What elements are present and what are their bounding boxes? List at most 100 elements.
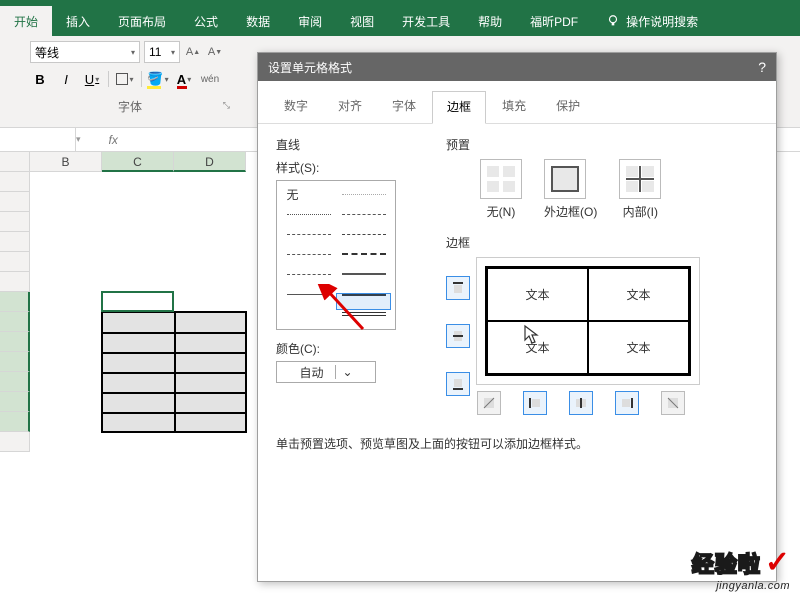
border-mid-h-button[interactable]	[446, 324, 470, 348]
dialog-tabs: 数字 对齐 字体 边框 填充 保护	[258, 81, 776, 124]
border-right-button[interactable]	[615, 391, 639, 415]
chevron-down-icon: ▾	[129, 75, 133, 84]
font-size-combo[interactable]: 11 ▾	[144, 41, 180, 63]
tab-layout[interactable]: 页面布局	[104, 6, 180, 36]
col-header-b[interactable]: B	[30, 152, 102, 172]
tab-font[interactable]: 字体	[378, 91, 430, 123]
borders-button[interactable]: ▾	[115, 69, 135, 89]
chevron-down-icon: ▾	[187, 75, 191, 84]
tab-border[interactable]: 边框	[432, 91, 486, 124]
style-thin[interactable]	[281, 245, 336, 263]
tab-help[interactable]: 帮助	[464, 6, 516, 36]
font-color-button[interactable]: A▾	[174, 69, 194, 89]
row-header[interactable]	[0, 252, 30, 272]
preset-title: 预置	[446, 136, 758, 153]
row-header[interactable]	[0, 332, 30, 352]
font-group: 等线 ▾ 11 ▾ A▲ A▼ B I U▾ ▾ 🪣▾ A▾ wén 字体 ⤡	[30, 40, 230, 115]
tab-fill[interactable]: 填充	[488, 91, 540, 123]
fx-label[interactable]: fx	[89, 133, 130, 147]
style-dashdot[interactable]	[336, 225, 391, 243]
row-header[interactable]	[0, 392, 30, 412]
chevron-down-icon: ▾	[131, 48, 135, 57]
tab-protect[interactable]: 保护	[542, 91, 594, 123]
border-section-title: 边框	[446, 234, 758, 251]
line-color-combo[interactable]: 自动 ⌄	[276, 361, 376, 383]
row-header[interactable]	[0, 172, 30, 192]
row-header[interactable]	[0, 192, 30, 212]
ribbon-tabs: 开始 插入 页面布局 公式 数据 审阅 视图 开发工具 帮助 福昕PDF 操作说…	[0, 6, 800, 36]
style-meddash[interactable]	[336, 245, 391, 263]
diag-up-icon	[482, 396, 496, 410]
col-header-c[interactable]: C	[102, 152, 174, 172]
row-header[interactable]	[0, 412, 30, 432]
col-header-d[interactable]: D	[174, 152, 246, 172]
fill-color-button[interactable]: 🪣▾	[148, 69, 168, 89]
row-header[interactable]	[0, 432, 30, 452]
border-diag-down-button[interactable]	[661, 391, 685, 415]
preset-none[interactable]: 无(N)	[480, 159, 522, 220]
tab-home[interactable]: 开始	[0, 6, 52, 36]
font-name-combo[interactable]: 等线 ▾	[30, 41, 140, 63]
tab-review[interactable]: 审阅	[284, 6, 336, 36]
style-label: 样式(S):	[276, 159, 416, 176]
font-name-value: 等线	[35, 44, 59, 61]
preset-panel: 预置 无(N) 外边框(O) 内部(I) 边框	[446, 136, 758, 415]
chevron-down-icon: ▾	[165, 75, 169, 84]
divider	[141, 71, 142, 87]
table-hline	[102, 332, 246, 334]
bold-button[interactable]: B	[30, 69, 50, 89]
border-top-icon	[451, 281, 465, 295]
chevron-down-icon: ▾	[171, 48, 175, 57]
row-header[interactable]	[0, 232, 30, 252]
diag-down-icon	[666, 396, 680, 410]
border-left-button[interactable]	[523, 391, 547, 415]
dialog-launcher-icon[interactable]: ⤡	[223, 100, 230, 111]
tab-view[interactable]: 视图	[336, 6, 388, 36]
style-dash[interactable]	[281, 225, 336, 243]
tab-data[interactable]: 数据	[232, 6, 284, 36]
tab-number[interactable]: 数字	[270, 91, 322, 123]
phonetic-button[interactable]: wén	[200, 69, 220, 89]
style-longdash[interactable]	[281, 265, 336, 283]
row-header[interactable]	[0, 292, 30, 312]
watermark-sub: jingyanla.com	[692, 580, 790, 592]
style-medium[interactable]	[336, 265, 391, 283]
line-style-list[interactable]: 无	[276, 180, 396, 330]
border-diag-up-button[interactable]	[477, 391, 501, 415]
row-header[interactable]	[0, 372, 30, 392]
name-box-arrow[interactable]: ▾	[76, 134, 89, 145]
border-top-button[interactable]	[446, 276, 470, 300]
dialog-titlebar[interactable]: 设置单元格格式 ?	[258, 53, 776, 81]
style-empty[interactable]	[281, 305, 336, 323]
style-hair[interactable]	[336, 185, 391, 203]
grow-font-button[interactable]: A▲	[184, 41, 202, 63]
table-hline	[102, 372, 246, 374]
tab-dev[interactable]: 开发工具	[388, 6, 464, 36]
border-preview[interactable]: 文本 文本 文本 文本	[476, 257, 700, 385]
row-header[interactable]	[0, 272, 30, 292]
style-dot[interactable]	[281, 205, 336, 223]
tab-foxit[interactable]: 福昕PDF	[516, 6, 592, 36]
preset-inside[interactable]: 内部(I)	[619, 159, 661, 220]
border-bottom-button[interactable]	[446, 372, 470, 396]
row-header[interactable]	[0, 212, 30, 232]
style-dashdotdot[interactable]	[336, 205, 391, 223]
tab-insert[interactable]: 插入	[52, 6, 104, 36]
shrink-font-button[interactable]: A▼	[206, 41, 224, 63]
tab-formulas[interactable]: 公式	[180, 6, 232, 36]
tab-alignment[interactable]: 对齐	[324, 91, 376, 123]
border-mid-v-button[interactable]	[569, 391, 593, 415]
style-none[interactable]: 无	[281, 185, 336, 203]
name-box[interactable]	[0, 128, 76, 151]
select-all-corner[interactable]	[0, 152, 30, 172]
table-hline	[102, 352, 246, 354]
italic-button[interactable]: I	[56, 69, 76, 89]
preset-outline[interactable]: 外边框(O)	[544, 159, 597, 220]
underline-button[interactable]: U▾	[82, 69, 102, 89]
tell-me-search[interactable]: 操作说明搜索	[592, 6, 712, 36]
dialog-title: 设置单元格格式	[268, 59, 352, 76]
help-icon[interactable]: ?	[758, 59, 766, 75]
row-header[interactable]	[0, 312, 30, 332]
row-header[interactable]	[0, 352, 30, 372]
style-solid[interactable]	[281, 285, 336, 303]
